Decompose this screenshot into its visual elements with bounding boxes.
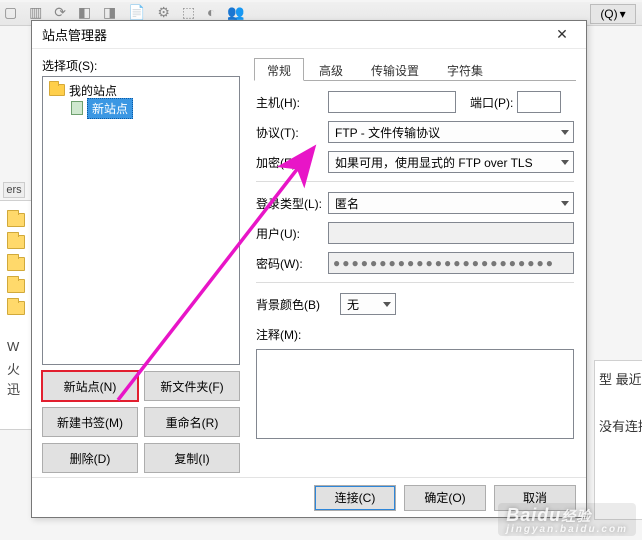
dialog-title: 站点管理器: [42, 25, 544, 44]
password-input: [328, 252, 574, 274]
host-input[interactable]: [328, 91, 456, 113]
bg-q-button[interactable]: (Q) ▾: [590, 4, 636, 24]
bgcolor-select[interactable]: 无: [340, 293, 396, 315]
tab-general[interactable]: 常规: [254, 58, 304, 81]
chevron-down-icon: [561, 130, 569, 135]
new-bookmark-button[interactable]: 新建书签(M): [42, 407, 138, 437]
chevron-down-icon: [561, 201, 569, 206]
folder-icon: [7, 235, 25, 249]
bg-right-item: 型 最近: [599, 369, 638, 388]
logintype-label: 登录类型(L):: [256, 195, 328, 212]
bg-right-item: 没有连接: [599, 416, 638, 435]
encryption-select[interactable]: 如果可用，使用显式的 FTP over TLS: [328, 151, 574, 173]
copy-button[interactable]: 复制(I): [144, 443, 240, 473]
folder-icon: [7, 301, 25, 315]
tree-site-label: 新站点: [87, 98, 133, 119]
bg-letter: 迅: [7, 379, 20, 398]
folder-icon: [7, 213, 25, 227]
user-label: 用户(U):: [256, 225, 328, 242]
toolbar-glyphs: ▢ ▥ ⟳ ◧ ◨ 📄 ⚙ ⬚ ◐ 👥: [4, 4, 249, 21]
background-folder-strip: W 火 迅: [0, 200, 34, 430]
new-folder-button[interactable]: 新文件夹(F): [144, 371, 240, 401]
background-right-panel: 型 最近 没有连接: [594, 360, 642, 520]
bg-letter: 火: [7, 359, 20, 378]
new-site-button[interactable]: 新站点(N): [42, 371, 138, 401]
folder-icon: [49, 84, 65, 96]
folder-icon: [7, 279, 25, 293]
protocol-label: 协议(T):: [256, 124, 328, 141]
protocol-select[interactable]: FTP - 文件传输协议: [328, 121, 574, 143]
site-manager-dialog: 站点管理器 ✕ 选择项(S): 我的站点 新站点: [31, 20, 587, 518]
site-tree[interactable]: 我的站点 新站点: [42, 76, 240, 365]
separator: [256, 282, 574, 283]
connect-button[interactable]: 连接(C): [314, 485, 396, 511]
close-icon[interactable]: ✕: [544, 24, 580, 46]
user-input: [328, 222, 574, 244]
logintype-select[interactable]: 匿名: [328, 192, 574, 214]
encryption-value: 如果可用，使用显式的 FTP over TLS: [335, 154, 533, 171]
delete-button[interactable]: 删除(D): [42, 443, 138, 473]
site-icon: [71, 101, 83, 115]
chevron-down-icon: [383, 302, 391, 307]
tab-bar: 常规 高级 传输设置 字符集: [254, 57, 576, 81]
notes-label: 注释(M):: [256, 326, 328, 343]
port-label: 端口(P):: [470, 94, 513, 111]
bg-ers-badge: ers: [3, 182, 25, 198]
bg-letter: W: [7, 339, 19, 354]
separator: [256, 181, 574, 182]
tree-root-label: 我的站点: [69, 82, 117, 99]
watermark: Baidu经验 jingyan.baidu.com: [498, 503, 636, 536]
logintype-value: 匿名: [335, 195, 359, 212]
tree-site-item[interactable]: 新站点: [45, 99, 237, 117]
notes-textarea[interactable]: [256, 349, 574, 439]
host-label: 主机(H):: [256, 94, 328, 111]
tab-transfer[interactable]: 传输设置: [358, 58, 432, 81]
chevron-down-icon: [561, 160, 569, 165]
tree-root[interactable]: 我的站点: [45, 81, 237, 99]
protocol-value: FTP - 文件传输协议: [335, 124, 440, 141]
port-input[interactable]: [517, 91, 561, 113]
encryption-label: 加密(E):: [256, 154, 328, 171]
rename-button[interactable]: 重命名(R): [144, 407, 240, 437]
bgcolor-label: 背景颜色(B): [256, 296, 340, 313]
ok-button[interactable]: 确定(O): [404, 485, 486, 511]
folder-icon: [7, 257, 25, 271]
password-label: 密码(W):: [256, 255, 328, 272]
titlebar: 站点管理器 ✕: [32, 21, 586, 49]
bgcolor-value: 无: [347, 296, 359, 313]
select-label: 选择项(S):: [42, 57, 240, 74]
tab-advanced[interactable]: 高级: [306, 58, 356, 81]
tab-charset[interactable]: 字符集: [434, 58, 496, 81]
